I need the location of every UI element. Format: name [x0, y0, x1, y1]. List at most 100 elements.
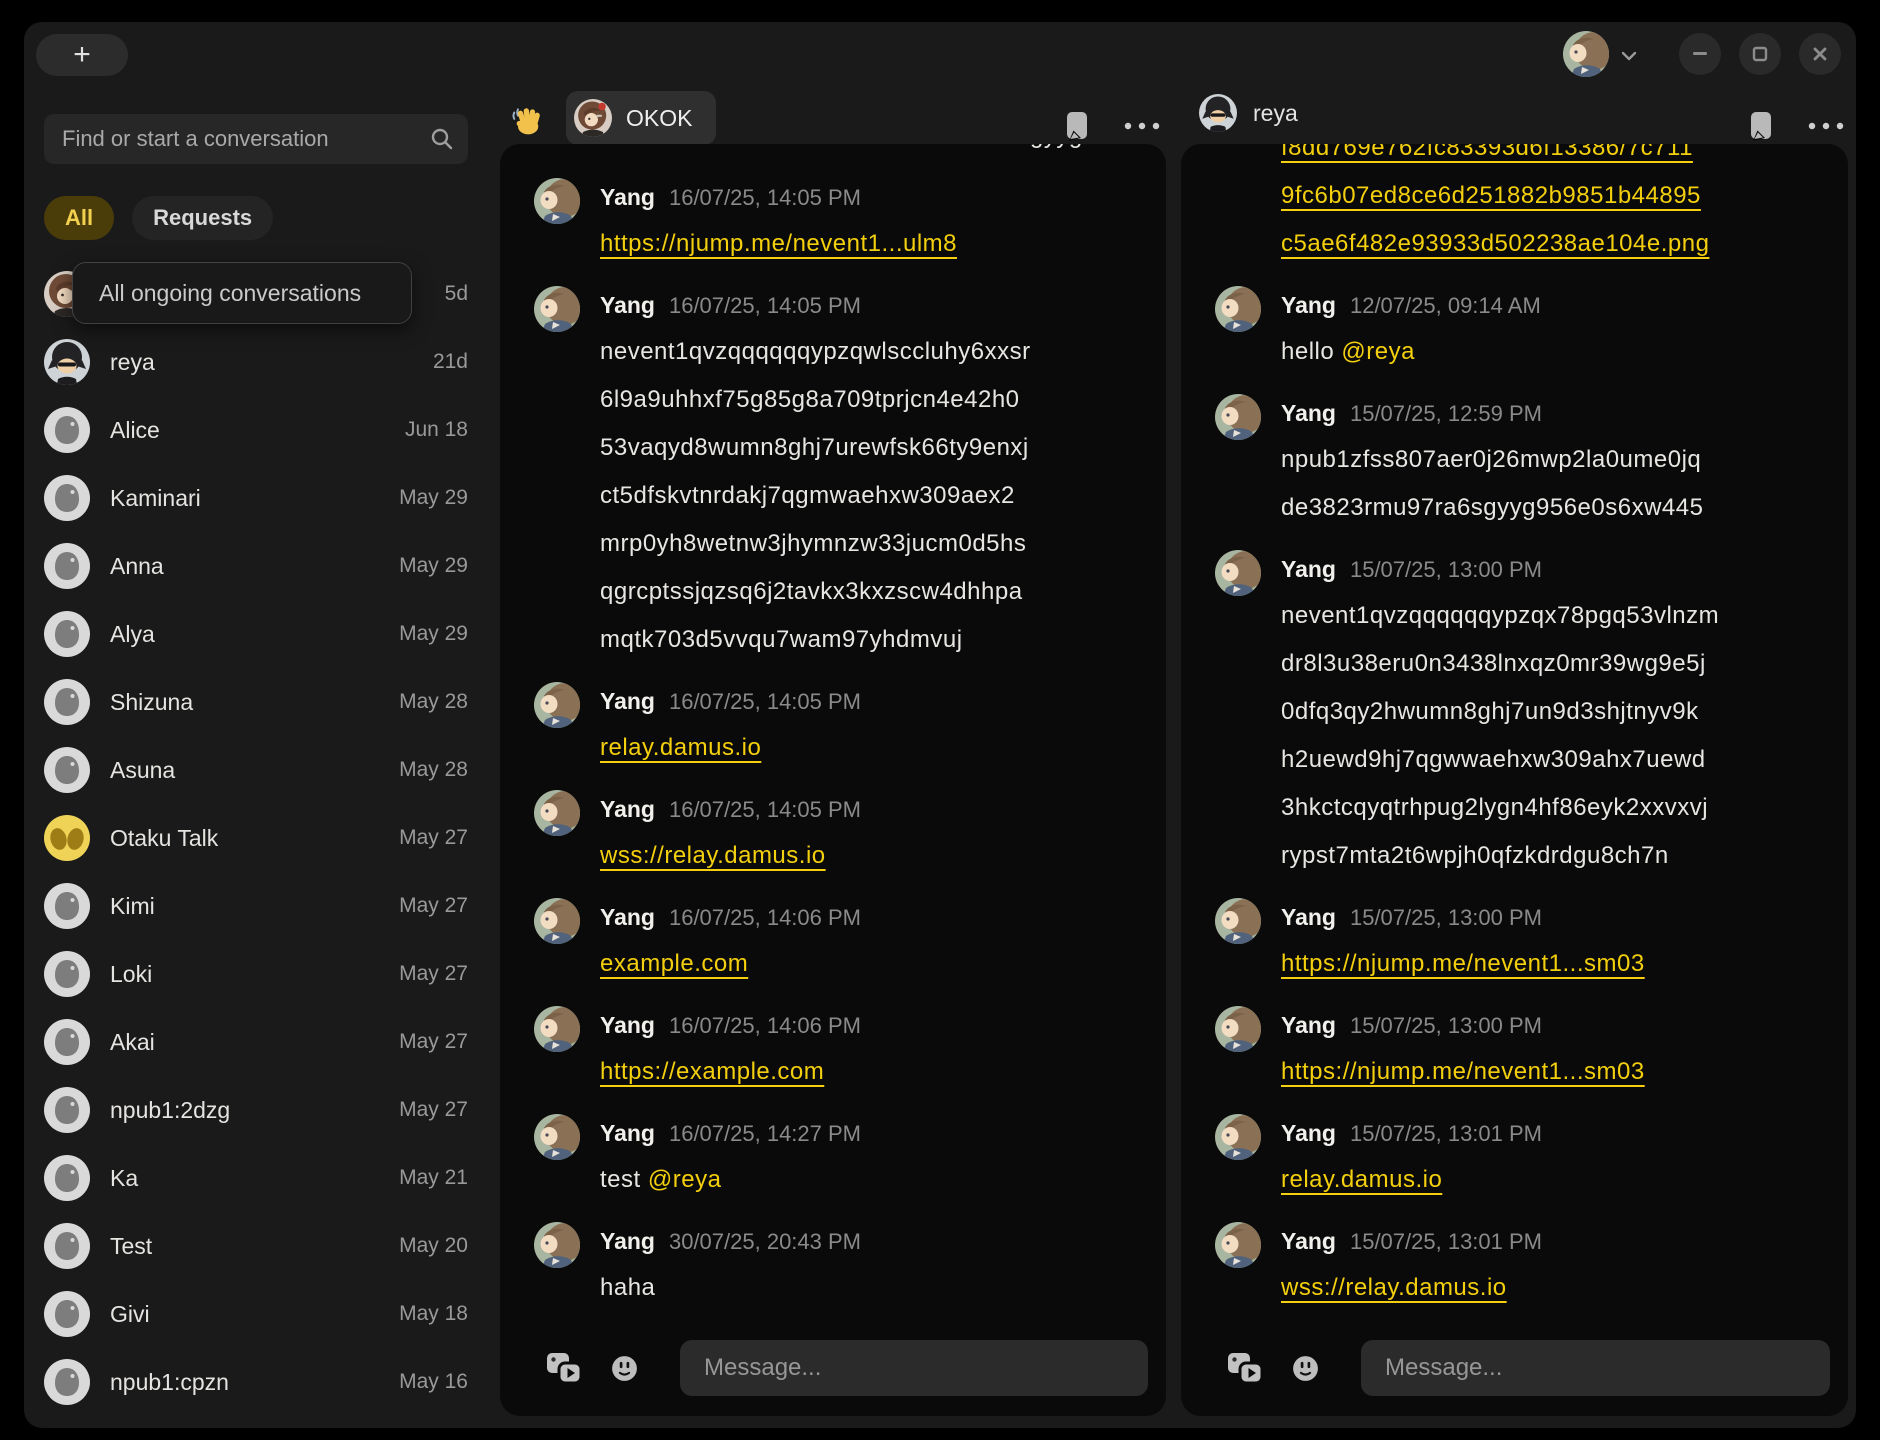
chat-header-reya[interactable]: reya [1199, 94, 1298, 132]
conversation-row[interactable]: GiviMay 18 [36, 1280, 468, 1348]
message-header: Yang 16/07/25, 14:05 PM [600, 788, 1142, 832]
conversation-row[interactable]: AlyaMay 29 [36, 600, 468, 668]
message-timestamp: 16/07/25, 14:05 PM [669, 797, 861, 823]
yang-avatar [1215, 286, 1261, 332]
filter-tabs: All Requests [44, 196, 273, 240]
conversation-row[interactable]: AliceJun 18 [36, 396, 468, 464]
chibi-avatar [44, 339, 90, 385]
emoji-button[interactable] [609, 1353, 640, 1384]
message-input[interactable] [680, 1340, 1148, 1396]
message-line: mrp0yh8wetnw3jhymnzw33jucm0d5hs [600, 520, 1142, 568]
message-group: Yang15/07/25, 13:01 PM wss://relay.damus.… [1215, 1220, 1824, 1312]
message-input[interactable] [1361, 1340, 1830, 1396]
conversation-row[interactable]: KaMay 21 [36, 1144, 468, 1212]
conversation-name: Givi [110, 1301, 399, 1328]
message-author: Yang [600, 796, 655, 823]
conversation-row[interactable]: npub1:cpznMay 16 [36, 1348, 468, 1416]
message-link[interactable]: relay.damus.io [1281, 1166, 1442, 1193]
conversation-date: May 29 [399, 622, 468, 646]
message-link[interactable]: wss://relay.damus.io [600, 842, 826, 869]
message-link[interactable]: 9fc6b07ed8ce6d251882b9851b44895 [1281, 182, 1701, 209]
search-input[interactable] [44, 114, 468, 164]
window-minimize-button[interactable] [1679, 33, 1721, 75]
conversation-row[interactable]: LokiMay 27 [36, 940, 468, 1008]
chat-header-okok[interactable]: OKOK [566, 91, 716, 145]
message-line: ct5dfskvtnrdakj7qgmwaehxw309aex2 [600, 472, 1142, 520]
message-composer [545, 1340, 1148, 1396]
message-header: Yang15/07/25, 13:01 PM [1281, 1220, 1824, 1264]
message-text: ct5dfskvtnrdakj7qgmwaehxw309aex2 [600, 482, 1015, 509]
otaku-avatar [44, 815, 90, 861]
message-author: Yang [1281, 1228, 1336, 1255]
message-timestamp: 12/07/25, 09:14 AM [1350, 293, 1541, 319]
mention-reya[interactable]: @reya [1341, 338, 1415, 365]
message-link[interactable]: wss://relay.damus.io [1281, 1274, 1507, 1301]
conversation-name: Ka [110, 1165, 399, 1192]
message-line: rypst7mta2t6wpjh0qfzkdrdgu8ch7n [1281, 832, 1824, 880]
chevron-down-icon[interactable] [1621, 48, 1637, 66]
new-conversation-button[interactable]: + [36, 34, 128, 76]
message-timestamp: 16/07/25, 14:27 PM [669, 1121, 861, 1147]
message-link[interactable]: example.com [600, 950, 748, 977]
filter-requests[interactable]: Requests [132, 196, 273, 240]
chat-panel-reya: f8dd769e762fc83393d6f13386/7c711 9fc6b07e… [1181, 144, 1848, 1416]
message-author: Yang [600, 688, 655, 715]
message-text: qgrcptssjqzsq6j2tavkx3kxzscw4dhhpa [600, 578, 1023, 605]
message-link[interactable]: https://njump.me/nevent1...ulm8 [600, 230, 957, 257]
emoji-button[interactable] [1290, 1353, 1321, 1384]
yang-avatar [1215, 1222, 1261, 1268]
message-timestamp: 30/07/25, 20:43 PM [669, 1229, 861, 1255]
conversation-name: Kaminari [110, 485, 399, 512]
conversation-row[interactable]: AnnaMay 29 [36, 532, 468, 600]
message-link[interactable]: https://example.com [600, 1058, 824, 1085]
conversation-date: May 28 [399, 690, 468, 714]
window-maximize-button[interactable] [1739, 33, 1781, 75]
chat-header-actions [1064, 110, 1160, 142]
yang-avatar [1215, 394, 1261, 440]
message-author: Yang [600, 1120, 655, 1147]
more-options-icon[interactable] [1808, 122, 1844, 130]
message-header: Yang15/07/25, 12:59 PM [1281, 392, 1824, 436]
conversation-row[interactable]: AkaiMay 27 [36, 1008, 468, 1076]
conversation-row[interactable]: npub1:2dzgMay 27 [36, 1076, 468, 1144]
message-text: nevent1qvzqqqqqqypzqwlsccluhy6xxsr [600, 338, 1031, 365]
yang-avatar [1215, 1006, 1261, 1052]
message-link[interactable]: f8dd769e762fc83393d6f13386/7c711 [1281, 144, 1693, 161]
message-link[interactable]: https://njump.me/nevent1...sm03 [1281, 950, 1645, 977]
message-text: 3hkctcqyqtrhpug2lygn4hf86eyk2xxvxvj [1281, 794, 1708, 821]
yang-avatar [534, 1114, 580, 1160]
conversation-row[interactable]: AsunaMay 28 [36, 736, 468, 804]
message-header: Yang30/07/25, 20:43 PM [600, 1220, 1142, 1264]
chat-title: OKOK [626, 105, 692, 132]
window-close-button[interactable] [1799, 33, 1841, 75]
message-group: Yang16/07/25, 14:06 PMhttps://example.co… [534, 1004, 1142, 1096]
message-line: f8dd769e762fc83393d6f13386/7c711 [1281, 144, 1824, 172]
message-link[interactable]: c5ae6f482e93933d502238ae104e.png [1281, 230, 1709, 257]
mention-reya[interactable]: @reya [648, 1166, 722, 1193]
message-text: nevent1qvzqqqqqqypzqx78pgq53vlnzm [1281, 602, 1719, 629]
conversation-date: May 27 [399, 1098, 468, 1122]
conversation-row[interactable]: KaminariMay 29 [36, 464, 468, 532]
note-icon[interactable] [1748, 110, 1776, 142]
message-header: Yang15/07/25, 13:01 PM [1281, 1112, 1824, 1156]
message-list: f8dd769e762fc83393d6f13386/7c711 9fc6b07e… [1215, 144, 1824, 1312]
conversation-row[interactable]: reya21d [36, 328, 468, 396]
more-options-icon[interactable] [1124, 122, 1160, 130]
conversation-row[interactable]: ShizunaMay 28 [36, 668, 468, 736]
conversation-row[interactable]: Otaku TalkMay 27 [36, 804, 468, 872]
account-avatar[interactable] [1563, 31, 1609, 77]
message-line: npub1zfss807aer0j26mwp2la0ume0jq [1281, 436, 1824, 484]
message-group: Yang16/07/25, 14:05 PMnevent1qvzqqqqqqyp… [534, 284, 1142, 664]
message-link[interactable]: relay.damus.io [600, 734, 761, 761]
filter-all[interactable]: All [44, 196, 114, 240]
message-author: Yang [600, 904, 655, 931]
attach-media-button[interactable] [545, 1351, 583, 1385]
conversation-row[interactable]: KimiMay 27 [36, 872, 468, 940]
message-link[interactable]: https://njump.me/nevent1...sm03 [1281, 1058, 1645, 1085]
note-icon[interactable] [1064, 110, 1092, 142]
message-line: wss://relay.damus.io [600, 832, 1142, 880]
conversation-date: 21d [433, 350, 468, 374]
message-group: Yang16/07/25, 14:05 PMhttps://njump.me/n… [534, 176, 1142, 268]
conversation-row[interactable]: TestMay 20 [36, 1212, 468, 1280]
attach-media-button[interactable] [1226, 1351, 1264, 1385]
